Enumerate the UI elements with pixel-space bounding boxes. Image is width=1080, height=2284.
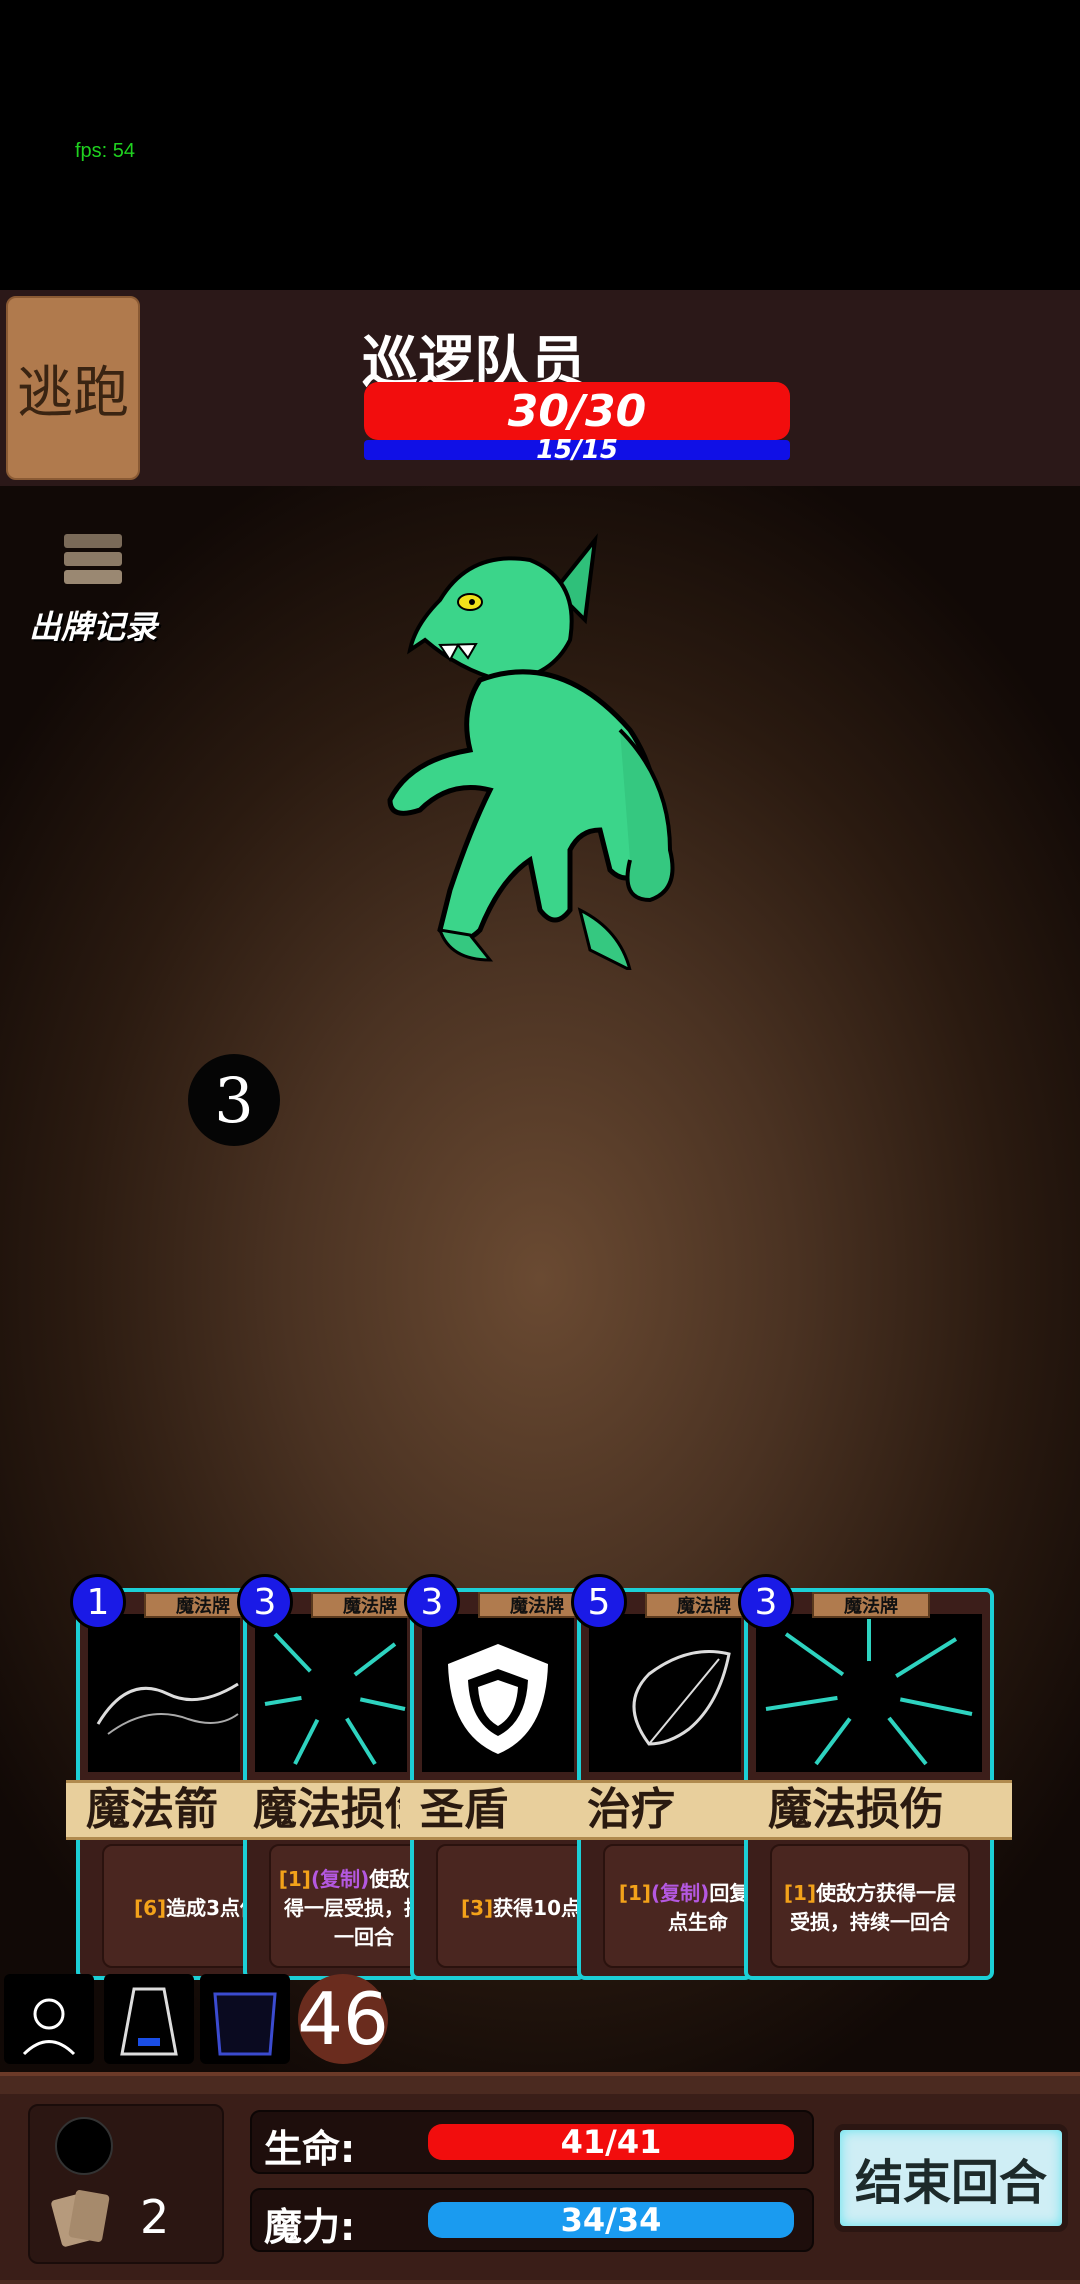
card-desc-number: [3]	[460, 1895, 494, 1920]
hand-card[interactable]: 魔法牌 3 圣盾 [3]获得10点护	[400, 1574, 626, 1980]
intent-counter: 3	[188, 1054, 280, 1146]
card-art-burst	[255, 1614, 407, 1772]
card-cost: 3	[237, 1574, 293, 1630]
player-mp: 魔力: 34/34	[250, 2188, 814, 2252]
player-mp-bar: 34/34	[428, 2201, 794, 2239]
fps-counter: fps: 54	[75, 140, 136, 162]
card-description: [1]使敌方获得一层受损，持续一回合	[770, 1844, 970, 1968]
hand-count: 2	[140, 2190, 170, 2244]
end-turn-button[interactable]: 结束回合	[834, 2124, 1068, 2232]
card-desc-keyword: (复制)	[651, 1881, 710, 1905]
enemy-hp-bar: 30/30	[364, 382, 790, 440]
card-desc-number: [1]	[618, 1881, 652, 1905]
buff-slot[interactable]	[104, 1974, 194, 2064]
goblin-enemy[interactable]	[380, 530, 710, 970]
cards-icon	[51, 2190, 110, 2247]
card-cost: 3	[404, 1574, 460, 1630]
card-cost: 3	[738, 1574, 794, 1630]
hand-card[interactable]: 魔法牌 3 魔法损伤 [1](复制)使敌方获得一层受损，持续一回合	[233, 1574, 459, 1980]
flee-button[interactable]: 逃跑	[6, 296, 140, 480]
card-cost: 5	[571, 1574, 627, 1630]
card-art-shield	[422, 1614, 574, 1772]
player-hp-label: 生命:	[264, 2127, 356, 2171]
card-desc-keyword: (复制)	[310, 1866, 370, 1891]
card-art-leaf	[589, 1614, 741, 1772]
buff-slot[interactable]	[4, 1974, 94, 2064]
card-desc-number: [1]	[278, 1866, 311, 1891]
figure-icon	[22, 1998, 76, 2056]
hand-card[interactable]: 魔法牌 3 魔法损伤 [1]使敌方获得一层受损，持续一回合	[734, 1574, 1012, 1980]
card-stack-icon	[64, 534, 122, 584]
card-name: 魔法损伤	[734, 1780, 1012, 1840]
player-mp-label: 魔力:	[264, 2205, 356, 2249]
hand-card[interactable]: 魔法牌 1 魔法箭 [6]造成3点伤	[66, 1574, 292, 1980]
card-cost: 1	[70, 1574, 126, 1630]
player-hp: 生命: 41/41	[250, 2110, 814, 2174]
play-record-button[interactable]: 出牌记录	[18, 530, 168, 648]
card-art-arrow	[88, 1614, 240, 1772]
cloak-icon	[213, 1992, 277, 2056]
deck-count-badge: 46	[297, 1974, 389, 2064]
player-hp-bar: 41/41	[428, 2123, 794, 2161]
robe-icon	[120, 1987, 178, 2056]
buff-slot[interactable]	[200, 1974, 290, 2064]
card-type: 魔法牌	[812, 1592, 930, 1618]
hand-card[interactable]: 魔法牌 5 治疗 [1](复制)回复10点生命	[567, 1574, 793, 1980]
card-art-burst	[756, 1614, 982, 1772]
play-record-label: 出牌记录	[28, 608, 157, 646]
card-desc-number: [6]	[133, 1895, 167, 1920]
card-desc-number: [1]	[783, 1881, 817, 1905]
player-orb-icon	[55, 2117, 113, 2175]
enemy-mp-bar: 15/15	[364, 437, 790, 463]
